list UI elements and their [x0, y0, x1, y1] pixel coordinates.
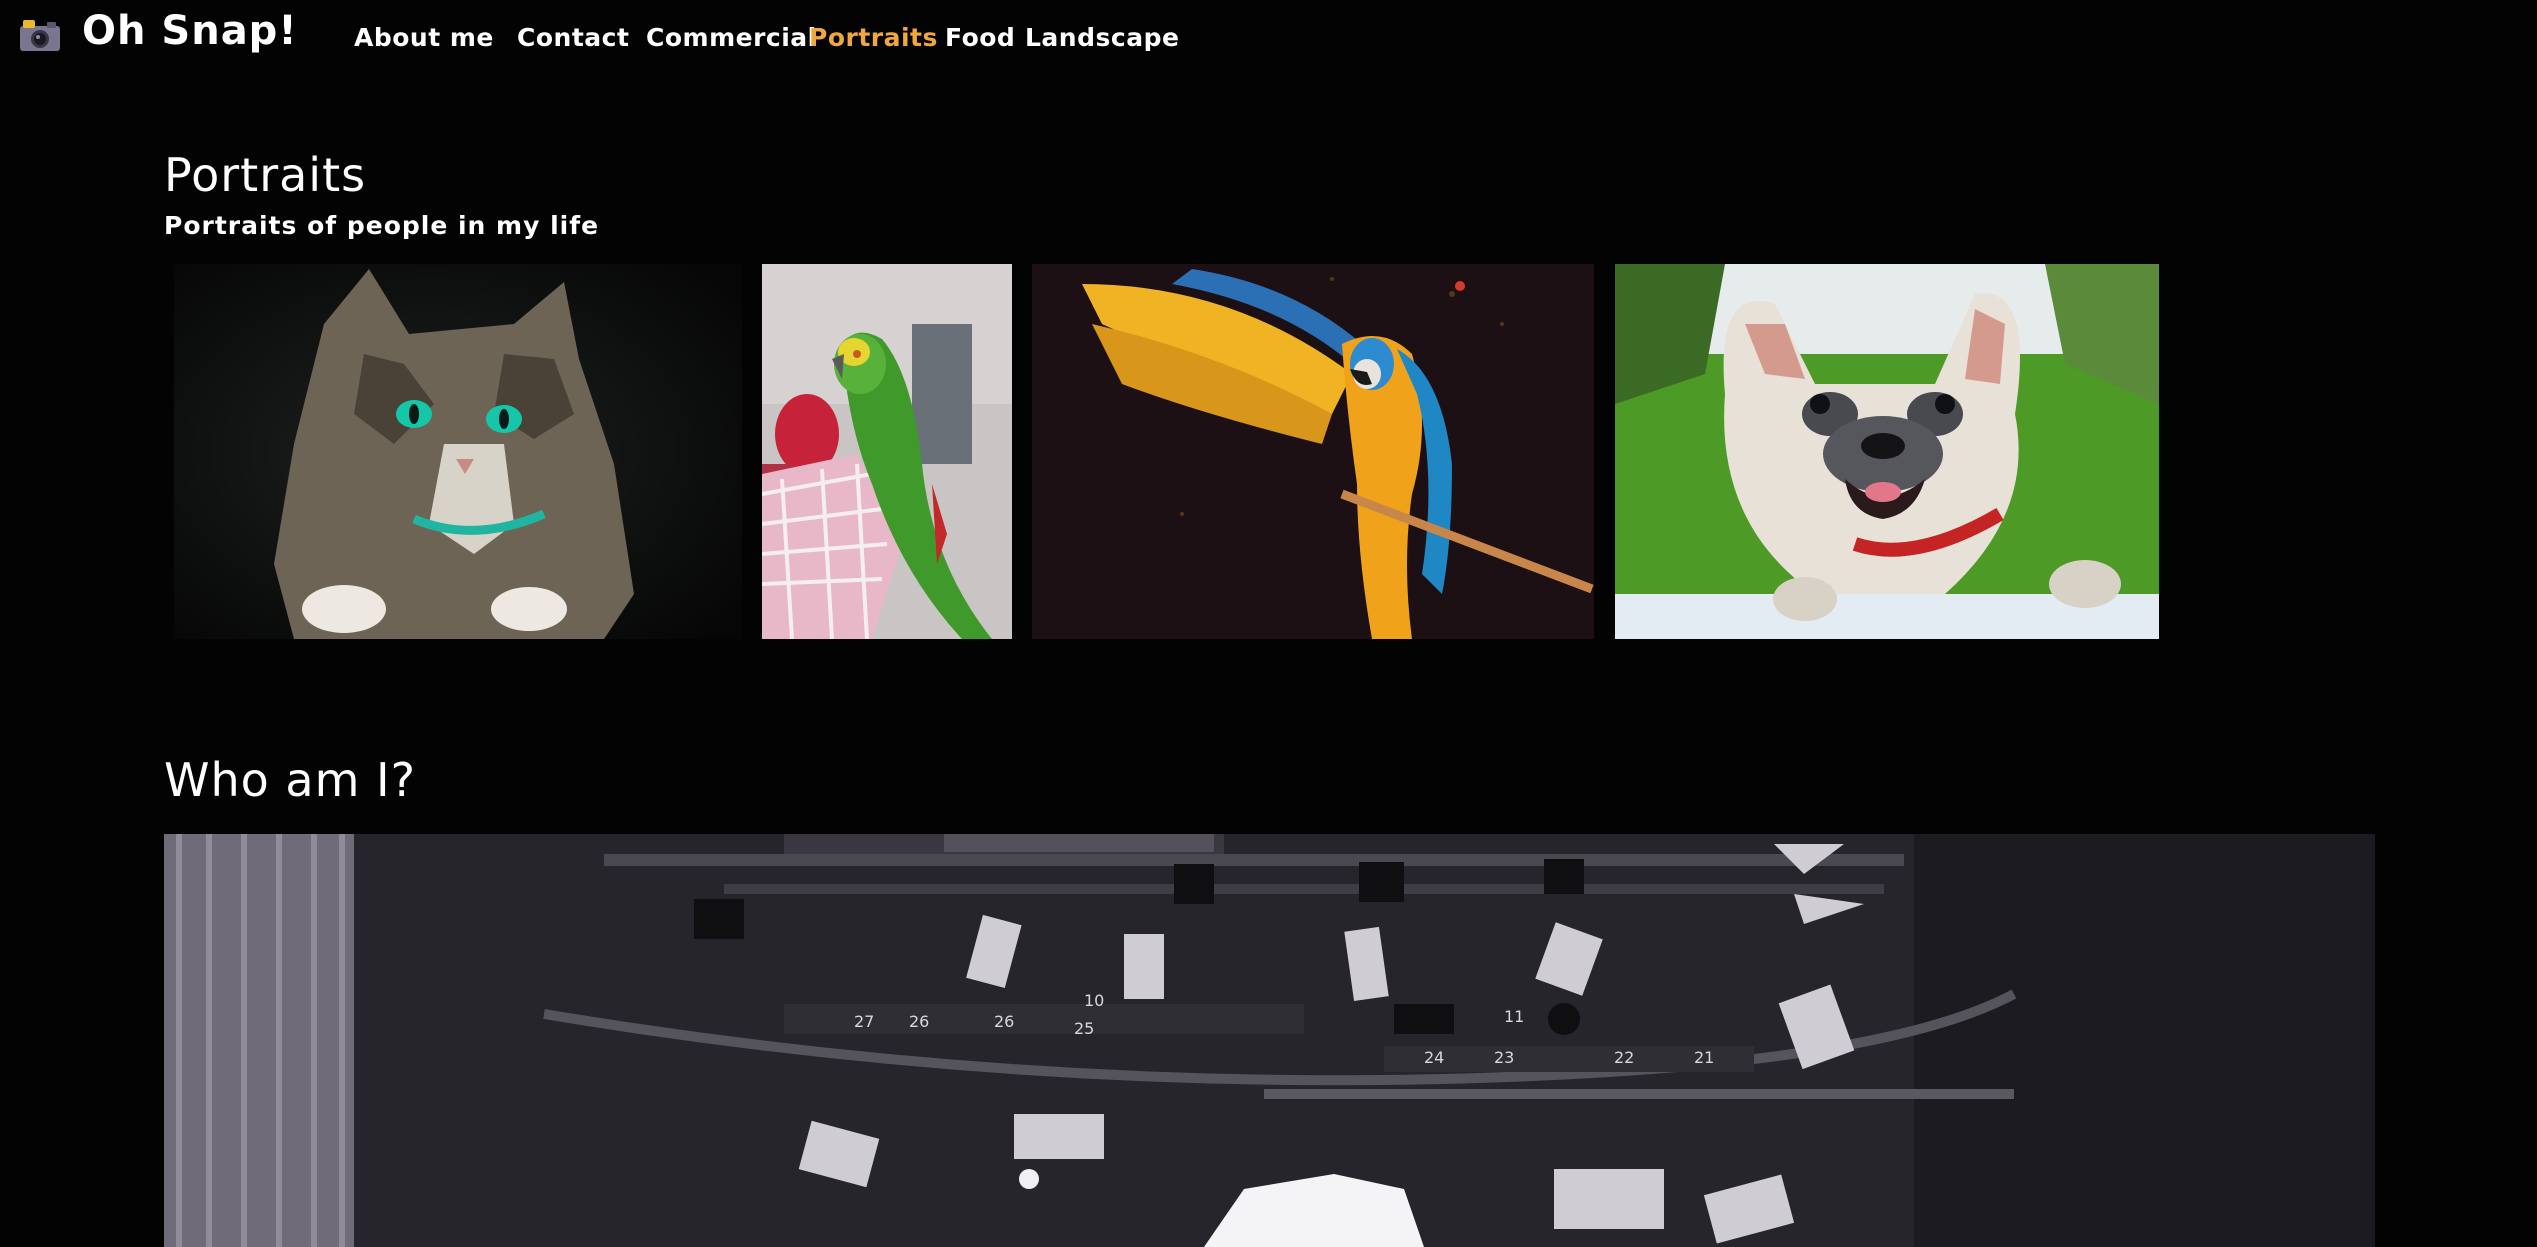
- site-header: Oh Snap! About me Contact Commercial Por…: [0, 0, 2537, 78]
- photo-cat[interactable]: [174, 264, 742, 639]
- svg-text:11: 11: [1504, 1007, 1524, 1026]
- svg-text:27: 27: [854, 1012, 874, 1031]
- svg-text:10: 10: [1084, 991, 1104, 1010]
- nav-contact[interactable]: Contact: [517, 22, 629, 54]
- svg-text:23: 23: [1494, 1048, 1514, 1067]
- portraits-subtitle: Portraits of people in my life: [164, 211, 600, 240]
- portraits-title: Portraits: [164, 148, 367, 202]
- nav-commercial[interactable]: Commercial: [646, 22, 817, 54]
- camera-icon[interactable]: [19, 18, 61, 52]
- photo-bulldog[interactable]: [1615, 264, 2159, 639]
- about-title: Who am I?: [164, 753, 417, 807]
- svg-text:24: 24: [1424, 1048, 1444, 1067]
- photo-macaw[interactable]: [1032, 264, 1594, 639]
- studio-banner-image: 27 26 26 25 10 11 24 23 22 21: [164, 834, 2375, 1247]
- svg-text:26: 26: [909, 1012, 929, 1031]
- svg-text:25: 25: [1074, 1019, 1094, 1038]
- nav-food[interactable]: Food: [945, 22, 1015, 54]
- svg-text:26: 26: [994, 1012, 1014, 1031]
- svg-text:22: 22: [1614, 1048, 1634, 1067]
- site-logo[interactable]: Oh Snap!: [82, 6, 298, 56]
- nav-about-me[interactable]: About me: [354, 22, 494, 54]
- svg-text:21: 21: [1694, 1048, 1714, 1067]
- nav-landscape[interactable]: Landscape: [1025, 22, 1179, 54]
- photo-green-parrot[interactable]: [762, 264, 1012, 639]
- nav-portraits[interactable]: Portraits: [809, 22, 938, 54]
